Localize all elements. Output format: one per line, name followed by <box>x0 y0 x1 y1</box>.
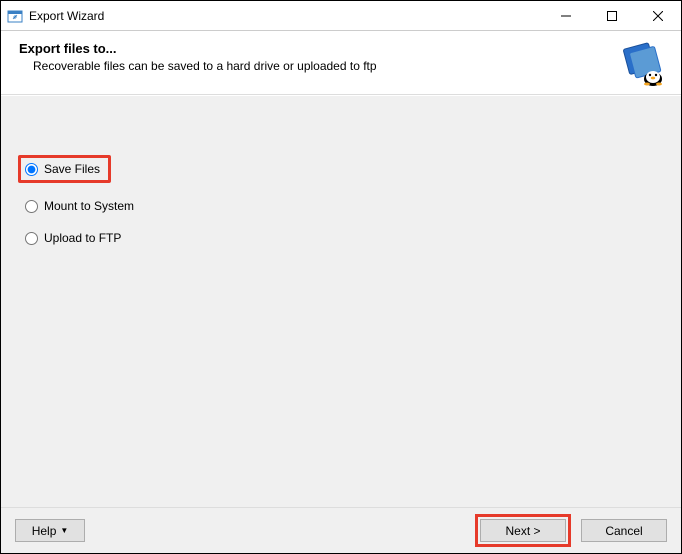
option-upload-ftp[interactable]: Upload to FTP <box>21 229 125 247</box>
wizard-icon <box>617 37 667 87</box>
help-label: Help <box>32 524 57 538</box>
export-options-group: Save Files Mount to System Upload to FTP <box>21 155 663 247</box>
window-title: Export Wizard <box>29 9 543 23</box>
wizard-header: Export files to... Recoverable files can… <box>1 31 681 95</box>
close-button[interactable] <box>635 1 681 30</box>
page-title: Export files to... <box>19 41 663 56</box>
window-controls <box>543 1 681 30</box>
radio-label: Save Files <box>44 162 100 176</box>
radio-label: Upload to FTP <box>44 231 121 245</box>
next-button-highlight: Next > <box>475 514 571 547</box>
help-button[interactable]: Help ▼ <box>15 519 85 542</box>
radio-label: Mount to System <box>44 199 134 213</box>
app-icon <box>7 8 23 24</box>
next-button[interactable]: Next > <box>480 519 566 542</box>
chevron-down-icon: ▼ <box>60 526 68 535</box>
titlebar[interactable]: Export Wizard <box>1 1 681 31</box>
wizard-content: Save Files Mount to System Upload to FTP <box>1 95 681 507</box>
wizard-footer: Help ▼ Next > Cancel <box>1 507 681 553</box>
radio-save-files[interactable] <box>25 163 38 176</box>
cancel-button[interactable]: Cancel <box>581 519 667 542</box>
maximize-button[interactable] <box>589 1 635 30</box>
radio-upload-ftp[interactable] <box>25 232 38 245</box>
option-mount-system[interactable]: Mount to System <box>21 197 138 215</box>
minimize-button[interactable] <box>543 1 589 30</box>
option-save-files[interactable]: Save Files <box>18 155 111 183</box>
page-subtitle: Recoverable files can be saved to a hard… <box>33 59 663 73</box>
radio-mount-system[interactable] <box>25 200 38 213</box>
